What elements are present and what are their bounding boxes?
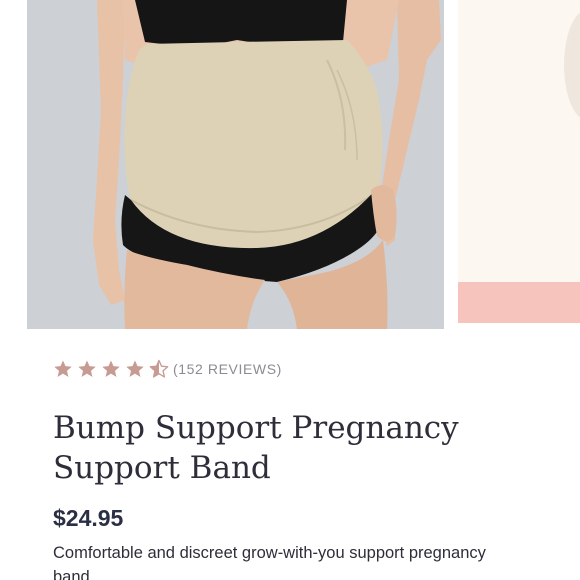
product-image-carousel[interactable] [0,0,580,330]
product-rating[interactable]: (152 REVIEWS) [53,358,282,380]
product-image-main[interactable] [27,0,444,329]
product-page: (152 REVIEWS) Bump Support Pregnancy Sup… [0,0,580,580]
star-full-icon [53,359,73,379]
product-description: Comfortable and discreet grow-with-you s… [53,544,486,580]
product-image-next[interactable] [458,0,580,323]
product-title: Bump Support Pregnancy Support Band [53,410,459,486]
product-photo [27,0,444,329]
reviews-count-link[interactable]: (152 REVIEWS) [173,361,282,377]
star-full-icon [77,359,97,379]
next-image-pink-band [458,282,580,323]
product-price: $24.95 [53,505,124,531]
star-full-icon [101,359,121,379]
star-half-icon [149,359,169,379]
next-image-shape [564,10,580,120]
star-full-icon [125,359,145,379]
